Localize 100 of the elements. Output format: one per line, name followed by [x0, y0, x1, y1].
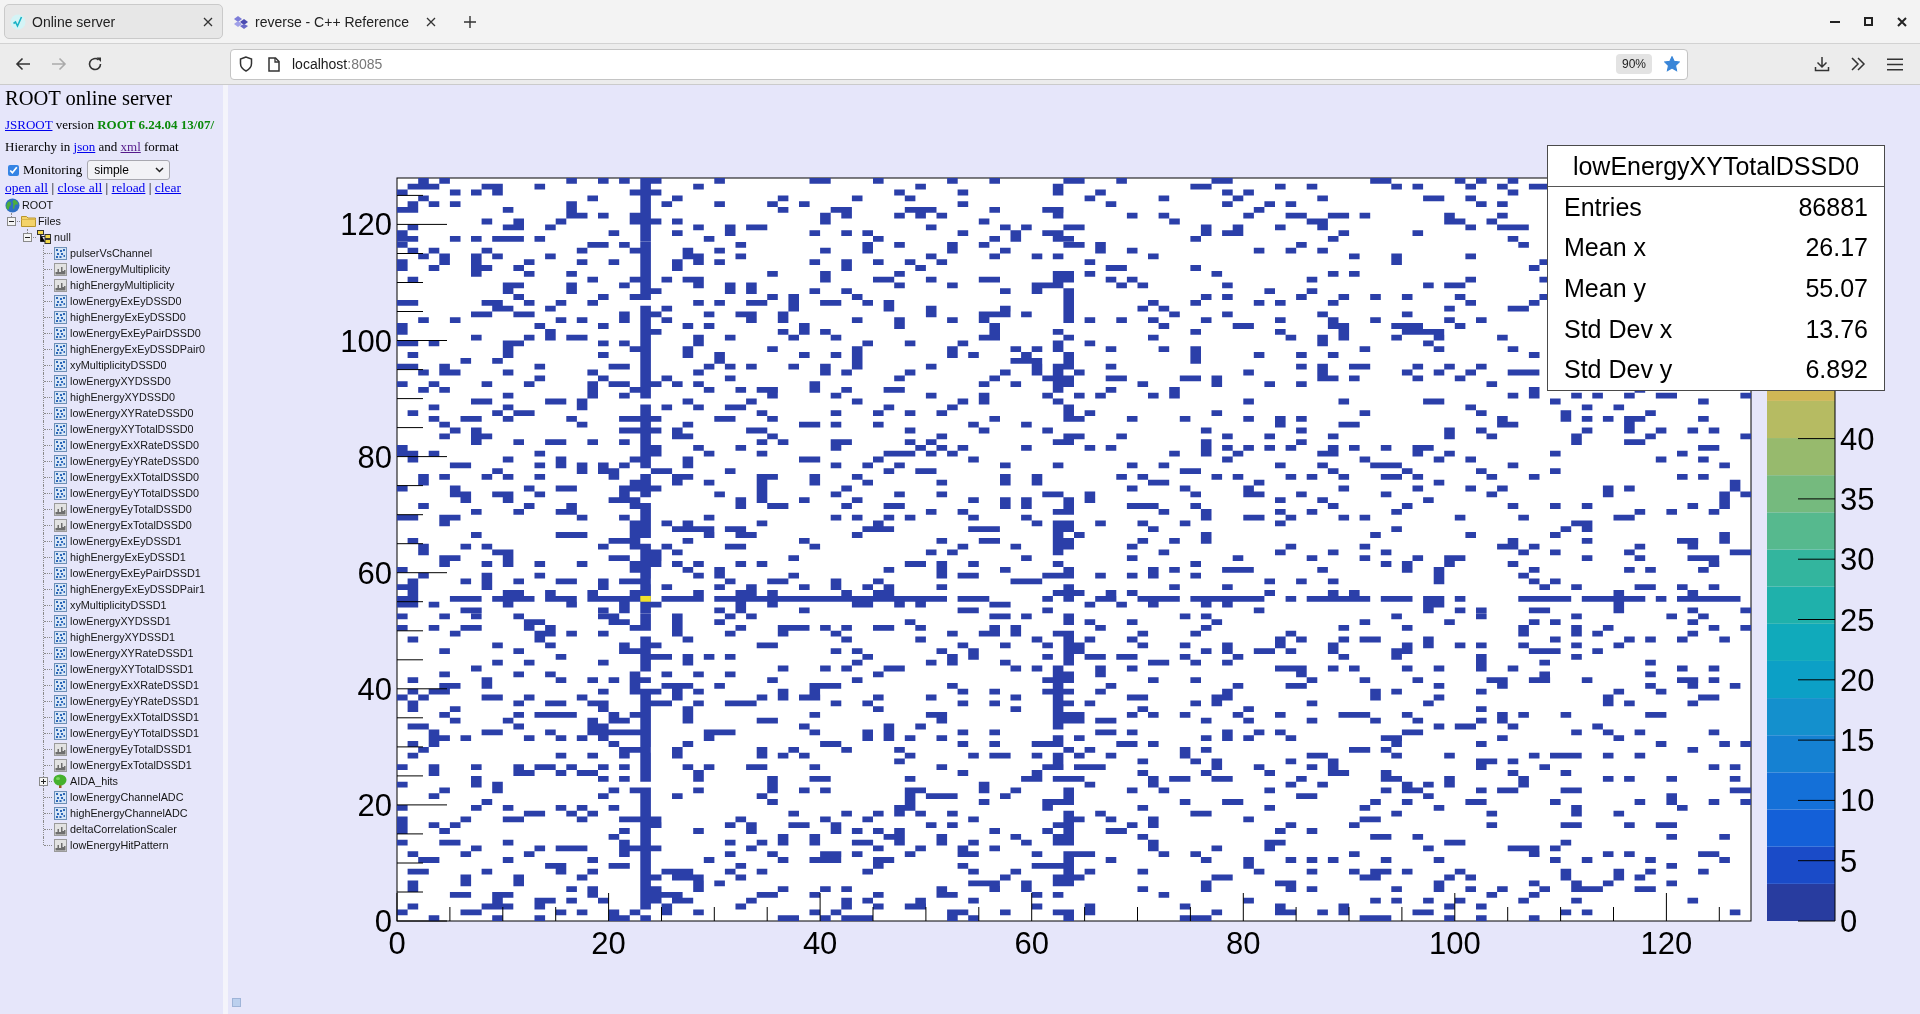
heatmap-icon — [53, 662, 67, 676]
tree-item[interactable]: lowEnergyXYDSSD1 — [70, 613, 171, 629]
stats-value: 13.76 — [1805, 314, 1868, 344]
tree-item[interactable]: lowEnergyXYTotalDSSD1 — [70, 661, 194, 677]
plus-icon[interactable] — [464, 15, 476, 28]
stats-label: Entries — [1564, 192, 1642, 222]
tree-item[interactable]: ROOT — [22, 197, 54, 213]
tree-item[interactable]: lowEnergyMultiplicity — [70, 261, 171, 277]
tree-item[interactable]: highEnergyExEyDSSD1 — [70, 549, 186, 565]
stats-value: 55.07 — [1805, 274, 1868, 303]
tree-item[interactable]: lowEnergyExEyPairDSSD0 — [70, 325, 201, 341]
shield-icon — [239, 56, 253, 72]
minimize-icon[interactable] — [1830, 20, 1840, 23]
close-icon[interactable] — [1897, 16, 1907, 27]
tree-item[interactable]: lowEnergyExEyDSSD0 — [70, 293, 182, 309]
tree-item[interactable]: highEnergyExEyDSSD0 — [70, 309, 186, 325]
tree-item[interactable]: lowEnergyHitPattern — [70, 837, 169, 853]
stats-label: Mean x — [1564, 233, 1646, 263]
menu-icon[interactable] — [1887, 57, 1903, 71]
chevrons-icon[interactable] — [1850, 57, 1866, 71]
format-link[interactable]: xml — [120, 139, 141, 154]
tree-item[interactable]: xyMultiplicityDSSD0 — [70, 357, 167, 373]
tree-item[interactable]: xyMultiplicityDSSD1 — [70, 597, 167, 613]
tick-label: 40 — [802, 926, 838, 961]
tree-item[interactable]: lowEnergyXYTotalDSSD0 — [70, 421, 194, 437]
tree-item[interactable]: deltaCorrelationScaler — [70, 821, 177, 837]
tree-item[interactable]: lowEnergyXYDSSD0 — [70, 373, 171, 389]
mode-select[interactable]: simple — [87, 160, 171, 180]
tree-item[interactable]: lowEnergyExXTotalDSSD1 — [70, 709, 200, 725]
tree-item[interactable]: lowEnergyEyYRateDSSD1 — [70, 693, 200, 709]
heatmap-icon — [53, 358, 67, 372]
histogram-icon — [53, 518, 67, 532]
tree-item[interactable]: highEnergyXYDSSD1 — [70, 629, 176, 645]
nodes-icon — [37, 230, 51, 244]
tree-item[interactable]: lowEnergyEyYRateDSSD0 — [70, 453, 200, 469]
version-link[interactable]: JSROOT — [5, 117, 53, 132]
tree-item[interactable]: pulserVsChannel — [70, 245, 153, 261]
tick-label: 10 — [1840, 783, 1875, 819]
tree-item[interactable]: lowEnergyExXRateDSSD1 — [70, 677, 200, 693]
action-link[interactable]: clear — [154, 180, 182, 195]
stats-label: Std Dev y — [1564, 355, 1673, 385]
tree-item[interactable]: lowEnergyExEyPairDSSD1 — [70, 565, 201, 581]
histogram-icon — [53, 822, 67, 836]
heatmap-icon — [53, 406, 67, 420]
back-arrow-icon[interactable] — [15, 57, 31, 71]
tree-item[interactable]: highEnergyChannelADC — [70, 805, 188, 821]
tree-item[interactable]: Files — [38, 213, 61, 229]
stats-label: Mean y — [1564, 274, 1646, 303]
tree-item[interactable]: null — [54, 229, 71, 245]
tree-item[interactable]: lowEnergyEyTotalDSSD0 — [70, 501, 192, 517]
tree-item[interactable]: lowEnergyExXRateDSSD0 — [70, 437, 200, 453]
tick-label: 0 — [1840, 904, 1858, 939]
plus-box-icon[interactable] — [39, 776, 48, 786]
tree-item[interactable]: highEnergyXYDSSD0 — [70, 389, 176, 405]
tick-label: 20 — [1840, 662, 1875, 698]
action-link[interactable]: reload — [111, 180, 146, 195]
heatmap-icon — [53, 374, 67, 388]
download-icon[interactable] — [1814, 56, 1830, 72]
minus-box-icon[interactable] — [23, 232, 32, 242]
tick-label: 20 — [357, 787, 392, 823]
tree-item[interactable]: lowEnergyEyYTotalDSSD0 — [70, 485, 200, 501]
close-icon[interactable] — [426, 16, 436, 27]
tree-item[interactable]: lowEnergyXYRateDSSD1 — [70, 645, 194, 661]
star-icon[interactable] — [1664, 56, 1680, 72]
format-link[interactable]: json — [73, 139, 96, 154]
minus-box-icon[interactable] — [7, 216, 16, 226]
action-link[interactable]: open all — [5, 180, 49, 195]
tree-item[interactable]: lowEnergyExXTotalDSSD0 — [70, 469, 200, 485]
tree-item[interactable]: lowEnergyEyYTotalDSSD1 — [70, 725, 200, 741]
globe-icon — [4, 197, 20, 213]
zoom-level-button[interactable]: 90% — [1615, 54, 1652, 74]
tick-label: 40 — [1840, 421, 1875, 457]
action-link[interactable]: close all — [57, 180, 103, 195]
tree-item[interactable]: lowEnergyXYRateDSSD0 — [70, 405, 194, 421]
tree-item[interactable]: lowEnergyExTotalDSSD0 — [70, 517, 192, 533]
browser-tab[interactable]: reverse - C++ Reference — [227, 4, 446, 39]
browser-tab[interactable]: Online server — [4, 4, 223, 39]
close-icon[interactable] — [203, 16, 213, 27]
tick-label: 25 — [1840, 602, 1875, 638]
address-field[interactable]: localhost:8085 90% — [230, 48, 1688, 80]
heatmap-icon — [53, 454, 67, 468]
heatmap-icon — [53, 326, 67, 340]
tree-item[interactable]: lowEnergyEyTotalDSSD1 — [70, 741, 192, 757]
tree-item[interactable]: AIDA_hits — [70, 773, 118, 789]
heatmap-icon — [53, 438, 67, 452]
tick-label: 100 — [1428, 926, 1481, 961]
tree-item[interactable]: highEnergyExEyDSSDPair1 — [70, 581, 206, 597]
tick-label: 60 — [1014, 926, 1049, 961]
stats-value: 6.892 — [1805, 355, 1868, 385]
tree-item[interactable]: lowEnergyChannelADC — [70, 789, 184, 805]
monitoring-checkbox[interactable] — [8, 164, 19, 176]
tree-item[interactable]: lowEnergyExEyDSSD1 — [70, 533, 182, 549]
monitoring-label: Monitoring — [23, 162, 83, 178]
histogram-icon — [53, 742, 67, 756]
tree-item[interactable]: highEnergyMultiplicity — [70, 277, 175, 293]
maximize-icon[interactable] — [1864, 17, 1873, 26]
tree-item[interactable]: lowEnergyExTotalDSSD1 — [70, 757, 192, 773]
reload-icon[interactable] — [87, 56, 103, 72]
tree-item[interactable]: highEnergyExEyDSSDPair0 — [70, 341, 206, 357]
histogram-icon — [53, 838, 67, 852]
